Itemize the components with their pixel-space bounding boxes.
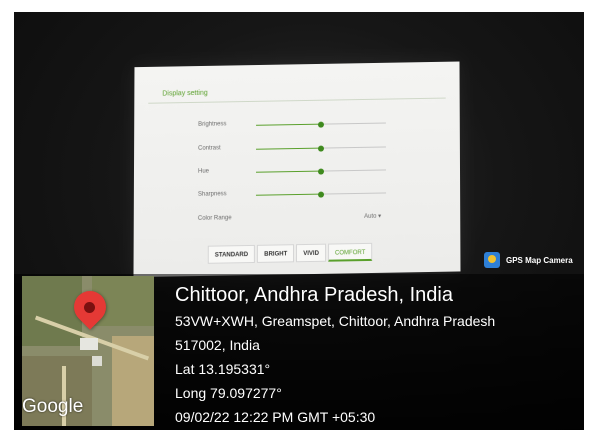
longitude: Long 79.097277° (175, 385, 282, 401)
color-range-row[interactable]: Color Range Auto ▾ (134, 211, 461, 227)
brightness-row: Brightness (134, 117, 460, 133)
contrast-slider[interactable] (256, 145, 386, 152)
sharpness-label: Sharpness (197, 191, 227, 198)
display-setting-title: Display setting (162, 89, 208, 98)
location-pin-center (84, 302, 95, 313)
brightness-label: Brightness (198, 121, 227, 128)
hue-knob[interactable] (317, 168, 325, 175)
mode-bright-button[interactable]: BRIGHT (257, 244, 295, 263)
contrast-knob[interactable] (317, 145, 324, 152)
gps-badge-label: GPS Map Camera (506, 255, 573, 265)
contrast-row: Contrast (134, 141, 460, 157)
address-line-1: 53VW+XWH, Greamspet, Chittoor, Andhra Pr… (175, 313, 496, 329)
contrast-label: Contrast (198, 145, 221, 152)
map-thumbnail: Google (22, 276, 154, 426)
picture-mode-bar: STANDARD BRIGHT VIVID COMFORT (207, 242, 375, 264)
hue-label: Hue (197, 168, 210, 175)
gps-map-camera-badge: GPS Map Camera (484, 252, 573, 268)
mode-comfort-button[interactable]: COMFORT (327, 242, 373, 262)
color-range-label: Color Range (197, 215, 232, 222)
title-divider (148, 97, 446, 104)
mode-standard-button[interactable]: STANDARD (207, 244, 256, 264)
sharpness-knob[interactable] (318, 191, 325, 198)
sharpness-slider[interactable] (255, 191, 387, 198)
location-info: Chittoor, Andhra Pradesh, India 53VW+XWH… (175, 282, 495, 428)
address-line-2: 517002, India (175, 337, 260, 353)
hue-row: Hue (134, 164, 460, 180)
dropdown-arrow-icon: ▾ (378, 213, 382, 220)
color-range-value[interactable]: Auto ▾ (364, 213, 381, 220)
gps-camera-app-icon (484, 252, 500, 268)
hue-slider[interactable] (255, 168, 387, 175)
location-title: Chittoor, Andhra Pradesh, India (175, 284, 453, 306)
brightness-slider[interactable] (256, 121, 386, 128)
projected-screen: Display setting Brightness Contrast Hue … (133, 61, 461, 278)
latitude: Lat 13.195331° (175, 361, 271, 377)
sharpness-row: Sharpness (134, 187, 460, 203)
brightness-knob[interactable] (317, 121, 324, 128)
mode-vivid-button[interactable]: VIVID (296, 243, 326, 263)
datetime: 09/02/22 12:22 PM GMT +05:30 (175, 409, 376, 425)
google-logo: Google (22, 396, 84, 417)
